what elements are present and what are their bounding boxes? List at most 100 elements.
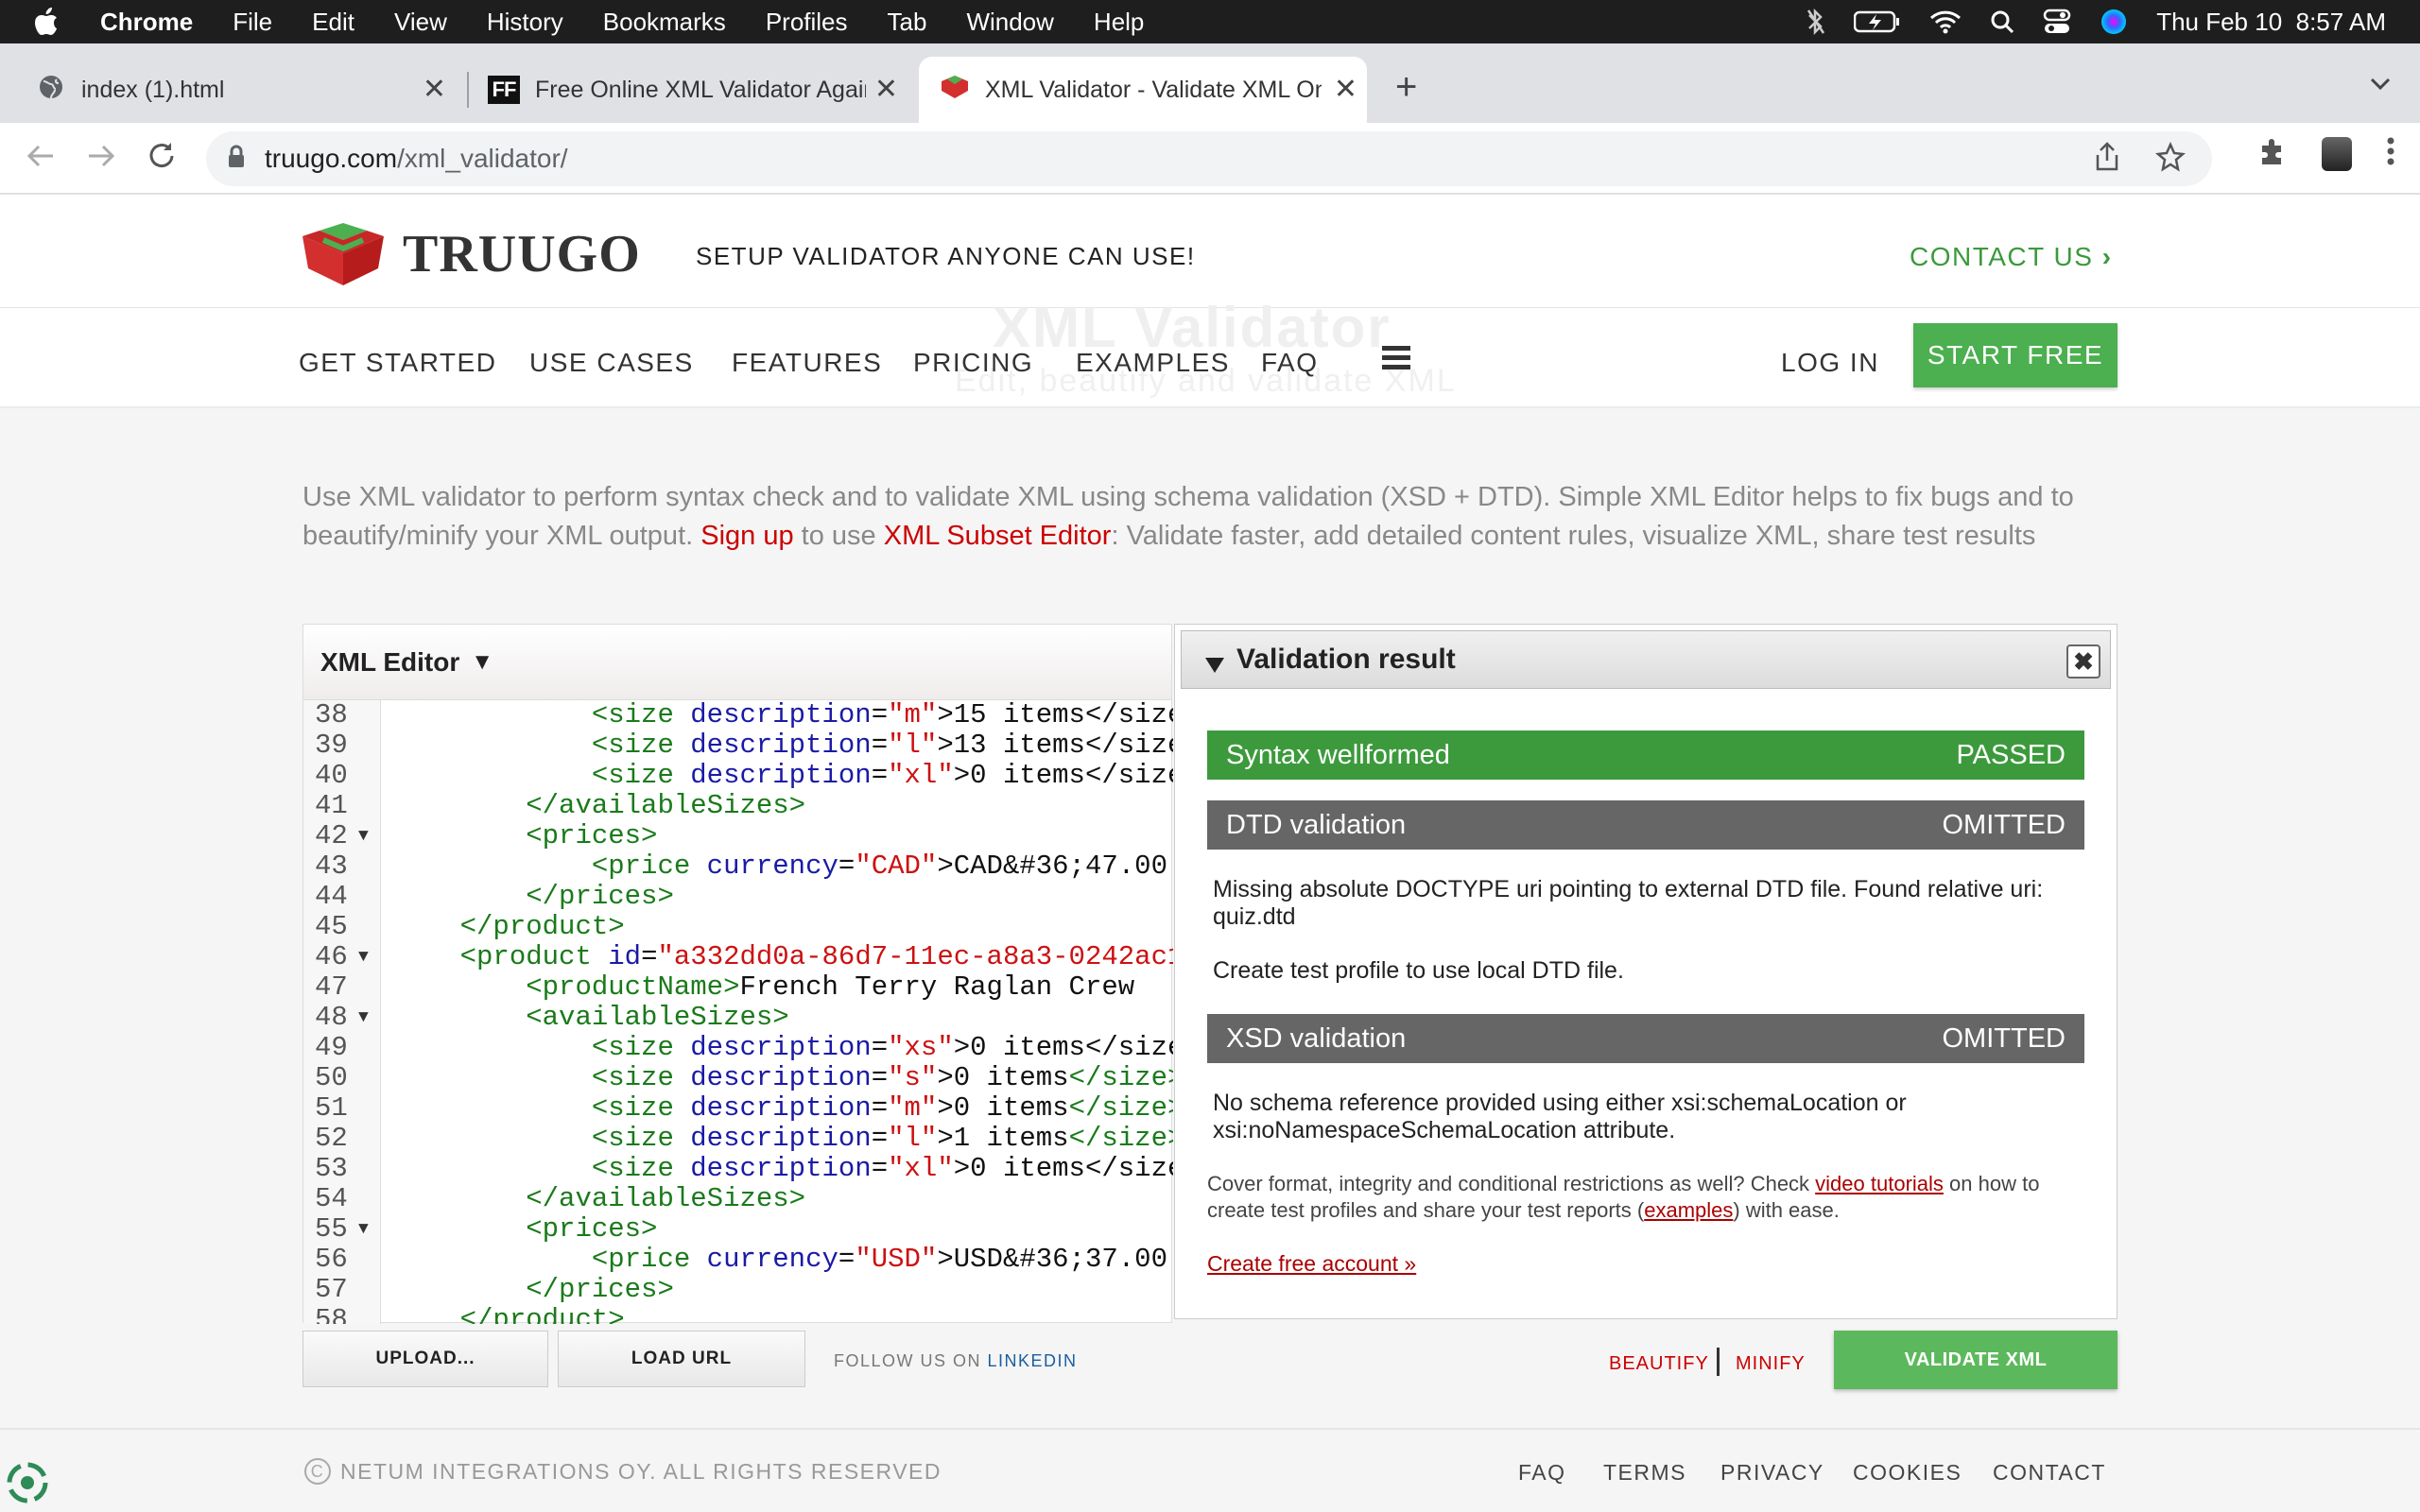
xml-subset-editor-link[interactable]: XML Subset Editor	[884, 521, 1112, 551]
code-text: <price currency="CAD">CAD&#36;47.00	[591, 850, 1167, 882]
menu-history[interactable]: History	[487, 8, 563, 37]
menu-file[interactable]: File	[233, 8, 272, 37]
line-number: 41	[315, 790, 348, 821]
intro-text: : Validate faster, add detailed content …	[1111, 521, 2036, 551]
footer-link-privacy[interactable]: PRIVACY	[1720, 1460, 1824, 1486]
xsd-status-badge: OMITTED	[1942, 1022, 2066, 1054]
minify-link[interactable]: MINIFY	[1736, 1353, 1806, 1375]
truugo-cube-logo-icon	[302, 223, 384, 285]
menu-tab[interactable]: Tab	[888, 8, 927, 37]
close-tab-icon[interactable]: ✕	[1334, 76, 1357, 104]
xml-editor-title: XML Editor	[320, 646, 460, 677]
nav-faq[interactable]: FAQ	[1261, 348, 1319, 378]
bookmark-star-icon[interactable]	[2155, 141, 2186, 177]
caret-down-icon[interactable]: ▼	[471, 649, 493, 676]
profile-avatar[interactable]	[2322, 136, 2352, 171]
tagline: SETUP VALIDATOR ANYONE CAN USE!	[696, 242, 1196, 270]
page-content: TRUUGO SETUP VALIDATOR ANYONE CAN USE! C…	[0, 195, 2420, 1512]
share-icon[interactable]	[2095, 141, 2119, 177]
code-text: </prices>	[526, 881, 674, 912]
site-footer: C NETUM INTEGRATIONS OY. ALL RIGHTS RESE…	[0, 1428, 2420, 1512]
tab-xml-validator-truugo[interactable]: XML Validator - Validate XML Online ✕	[919, 57, 1367, 123]
tab-index-html[interactable]: index (1).html ✕	[21, 57, 456, 123]
menu-window[interactable]: Window	[966, 8, 1053, 37]
extensions-puzzle-icon[interactable]	[2257, 136, 2288, 171]
hamburger-menu-icon[interactable]	[1382, 346, 1410, 374]
signup-link[interactable]: Sign up	[700, 521, 793, 551]
follow-us: FOLLOW US ON LINKEDIN	[834, 1351, 1078, 1371]
validation-result-title: Validation result	[1236, 644, 1456, 675]
menu-app-chrome[interactable]: Chrome	[100, 8, 193, 37]
xml-editor-header[interactable]: XML Editor ▼	[303, 625, 1171, 700]
line-number: 44	[315, 881, 348, 912]
close-tab-icon[interactable]: ✕	[874, 76, 898, 104]
fold-toggle-icon[interactable]: ▼	[358, 942, 369, 972]
code-text: <size description="l">1 items</size>	[591, 1123, 1173, 1154]
address-bar[interactable]: truugo.com/xml_validator/	[206, 131, 2212, 186]
close-icon[interactable]: ✖	[2066, 644, 2100, 679]
upload-button[interactable]: UPLOAD...	[302, 1331, 548, 1387]
contact-us-link[interactable]: CONTACT US ›	[1910, 242, 2113, 272]
chrome-menu-kebab-icon[interactable]	[2386, 136, 2395, 171]
url-text[interactable]: truugo.com/xml_validator/	[265, 144, 568, 174]
tab-title: Free Online XML Validator Against	[535, 76, 866, 103]
clock[interactable]: Thu Feb 10 8:57 AM	[2156, 8, 2386, 37]
cover-text: Cover format, integrity and conditional …	[1207, 1172, 1816, 1195]
menu-profiles[interactable]: Profiles	[766, 8, 848, 37]
url-domain: truugo.com	[265, 144, 398, 173]
forward-arrow-icon[interactable]	[85, 140, 117, 177]
tab-free-online-xml-validator[interactable]: FF Free Online XML Validator Against ✕	[473, 57, 908, 123]
examples-link[interactable]: examples	[1644, 1198, 1733, 1222]
spotlight-search-icon[interactable]	[1990, 9, 2014, 34]
nav-get-started[interactable]: GET STARTED	[299, 348, 496, 378]
footer-link-cookies[interactable]: COOKIES	[1853, 1460, 1962, 1486]
menu-help[interactable]: Help	[1094, 8, 1144, 37]
recycle-status-icon[interactable]	[4, 1459, 51, 1511]
line-number: 57	[315, 1274, 348, 1305]
logo-wordmark: TRUUGO	[403, 225, 641, 284]
code-text: <availableSizes>	[526, 1002, 789, 1033]
back-arrow-icon[interactable]	[25, 140, 57, 177]
beautify-link[interactable]: BEAUTIFY	[1609, 1353, 1709, 1375]
fold-toggle-icon[interactable]: ▼	[358, 1214, 369, 1245]
validate-xml-button[interactable]: VALIDATE XML	[1834, 1331, 2118, 1389]
close-tab-icon[interactable]: ✕	[423, 76, 446, 104]
footer-link-terms[interactable]: TERMS	[1603, 1460, 1686, 1486]
video-tutorials-link[interactable]: video tutorials	[1815, 1172, 1944, 1195]
login-link[interactable]: LOG IN	[1781, 348, 1879, 378]
menu-view[interactable]: View	[394, 8, 447, 37]
control-center-icon[interactable]	[2043, 9, 2071, 35]
menu-edit[interactable]: Edit	[312, 8, 354, 37]
fold-toggle-icon[interactable]: ▼	[358, 1003, 369, 1033]
reload-icon[interactable]	[146, 140, 178, 177]
linkedin-link[interactable]: LINKEDIN	[988, 1351, 1078, 1370]
battery-icon[interactable]	[1854, 9, 1901, 34]
nav-pricing[interactable]: PRICING	[913, 348, 1033, 378]
collapse-triangle-icon[interactable]	[1204, 650, 1225, 682]
nav-features[interactable]: FEATURES	[732, 348, 882, 378]
code-text: <product id="a332dd0a-86d7-11ec-a8a3-024…	[459, 941, 1173, 972]
code-text: <size description="m">15 items</size>	[591, 700, 1173, 730]
load-url-button[interactable]: LOAD URL	[558, 1331, 805, 1387]
wifi-icon[interactable]	[1929, 9, 1962, 34]
footer-link-contact[interactable]: CONTACT	[1993, 1460, 2106, 1486]
menu-bookmarks[interactable]: Bookmarks	[603, 8, 726, 37]
footer-link-faq[interactable]: FAQ	[1518, 1460, 1566, 1486]
nav-use-cases[interactable]: USE CASES	[529, 348, 694, 378]
tab-search-chevron-down-icon[interactable]	[2369, 76, 2392, 95]
code-editor[interactable]: 38 <size description="m">15 items</size>…	[303, 700, 1173, 1324]
intro-text: to use	[793, 521, 884, 551]
bluetooth-icon[interactable]	[1806, 9, 1825, 35]
start-free-button[interactable]: START FREE	[1913, 323, 2118, 387]
truugo-logo[interactable]: TRUUGO	[299, 223, 641, 285]
xml-editor-panel: XML Editor ▼ 38 <size description="m">15…	[302, 624, 1173, 1324]
validation-result-header[interactable]: Validation result ✖	[1181, 630, 2111, 689]
nav-examples[interactable]: EXAMPLES	[1076, 348, 1230, 378]
fold-toggle-icon[interactable]: ▼	[358, 821, 369, 851]
create-free-account-link[interactable]: Create free account »	[1207, 1251, 1416, 1276]
new-tab-plus-icon[interactable]: +	[1395, 68, 1417, 106]
lock-icon[interactable]	[227, 145, 246, 174]
siri-icon[interactable]	[2100, 8, 2128, 36]
code-text: <size description="l">13 items</size>	[591, 730, 1173, 761]
apple-icon[interactable]	[34, 8, 64, 36]
